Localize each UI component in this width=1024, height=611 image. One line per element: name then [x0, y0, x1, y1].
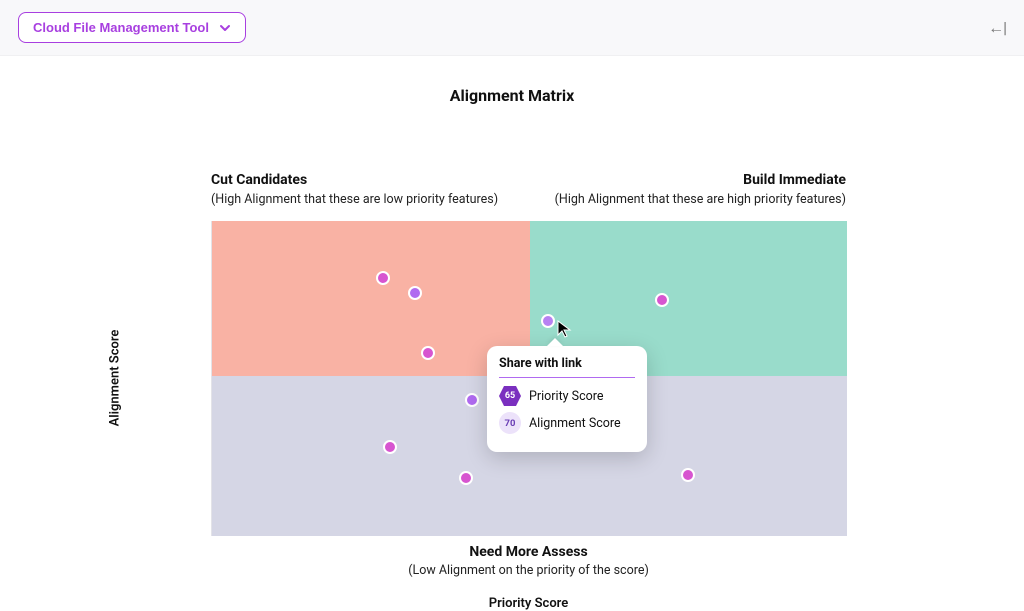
dataset-selector[interactable]: Cloud File Management Tool [18, 12, 246, 43]
chart-title: Alignment Matrix [0, 86, 1024, 105]
chevron-down-icon [219, 22, 231, 34]
data-point[interactable] [459, 471, 473, 485]
quadrant-label-build-immediate: Build Immediate (High Alignment that the… [531, 172, 846, 207]
y-axis-label: Alignment Score [108, 330, 123, 427]
tooltip-priority-label: Priority Score [529, 389, 604, 404]
dataset-selector-label: Cloud File Management Tool [33, 20, 209, 35]
data-point[interactable] [681, 468, 695, 482]
tooltip-row-alignment: 70 Alignment Score [499, 412, 635, 434]
chart-wrapper: Alignment Matrix Cut Candidates (High Al… [0, 56, 1024, 579]
tooltip-title: Share with link [499, 356, 635, 378]
data-point[interactable] [465, 393, 479, 407]
data-point[interactable] [383, 440, 397, 454]
data-point[interactable] [421, 346, 435, 360]
hexagon-badge-icon: 65 [499, 386, 521, 406]
quadrant-label-cut-candidates: Cut Candidates (High Alignment that thes… [211, 172, 526, 207]
quadrant-cut-candidates [212, 221, 530, 376]
circle-badge-icon: 70 [499, 412, 521, 434]
data-point[interactable] [408, 286, 422, 300]
quadrant-label-need-more-assess: Need More Assess (Low Alignment on the p… [211, 544, 846, 578]
quadrant-labels-top: Cut Candidates (High Alignment that thes… [211, 172, 846, 207]
data-point[interactable] [655, 293, 669, 307]
data-point-selected[interactable] [541, 314, 555, 328]
data-point-tooltip: Share with link 65 Priority Score 70 Ali… [487, 346, 647, 452]
topbar: Cloud File Management Tool ←| [0, 0, 1024, 56]
x-axis-label: Priority Score [211, 596, 846, 611]
tooltip-alignment-label: Alignment Score [529, 416, 621, 431]
data-point[interactable] [376, 271, 390, 285]
tooltip-row-priority: 65 Priority Score [499, 386, 635, 406]
collapse-panel-icon[interactable]: ←| [988, 18, 1006, 38]
